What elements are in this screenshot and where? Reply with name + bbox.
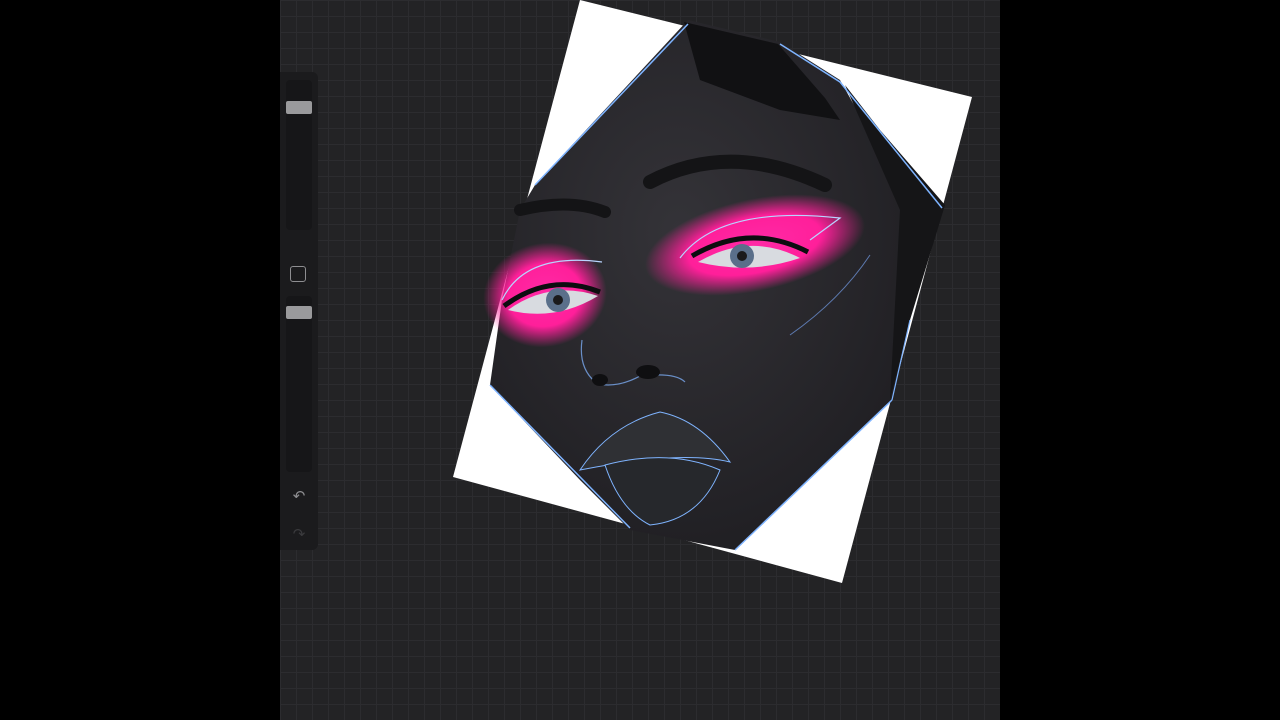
brush-size-slider[interactable] <box>286 80 312 230</box>
artwork-canvas[interactable] <box>280 0 1000 720</box>
redo-icon[interactable]: ↷ <box>289 524 309 544</box>
nostril-left <box>592 374 608 386</box>
letterbox-left <box>0 0 280 720</box>
undo-icon[interactable]: ↶ <box>289 486 309 506</box>
letterbox-right <box>1000 0 1280 720</box>
modify-button[interactable] <box>290 266 306 282</box>
pupil-left <box>553 295 563 305</box>
nostril-right <box>636 365 660 379</box>
brush-opacity-slider[interactable] <box>286 296 312 472</box>
brush-size-thumb[interactable] <box>286 100 312 114</box>
brush-opacity-thumb[interactable] <box>286 305 312 319</box>
pupil-right <box>737 251 747 261</box>
side-toolbar: ↶ ↷ <box>280 72 318 550</box>
procreate-canvas-viewport[interactable]: ↶ ↷ <box>280 0 1000 720</box>
